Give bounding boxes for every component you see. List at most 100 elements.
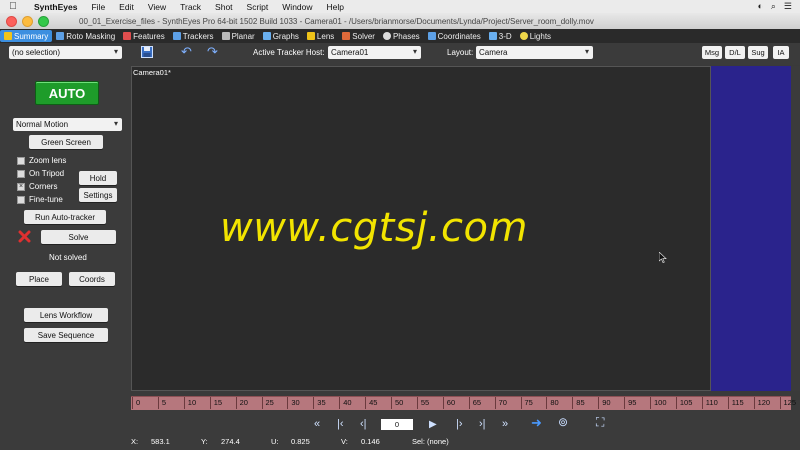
forward-arrow-icon[interactable]: ➜ — [531, 415, 542, 431]
tab-graphs[interactable]: Graphs — [259, 30, 303, 42]
timeline-bar[interactable]: 0 5 10 15 20 25 30 35 40 45 50 55 60 65 70 75 80 85 90 95 10… — [131, 396, 796, 410]
settings-button[interactable]: Settings — [79, 188, 117, 202]
tab-solver[interactable]: Solver — [338, 30, 379, 42]
corners-checkbox[interactable]: × Corners — [17, 182, 57, 191]
zoom-lens-checkbox[interactable]: Zoom lens — [17, 156, 66, 165]
tab-lights[interactable]: Lights — [516, 30, 555, 42]
menu-edit[interactable]: Edit — [119, 2, 134, 12]
menu-window[interactable]: Window — [282, 2, 312, 12]
timeline-tick-mark — [494, 397, 496, 409]
solve-status: Not solved — [49, 253, 87, 262]
solver-icon — [342, 32, 351, 40]
timeline-tick-mark — [391, 397, 392, 409]
close-window-icon[interactable] — [6, 15, 17, 27]
viewport-camera-label: Camera01* — [133, 68, 171, 77]
solve-button[interactable]: Solve — [41, 230, 116, 244]
next-key-icon[interactable]: ›| — [479, 418, 486, 430]
roto-icon — [56, 32, 65, 40]
tracker-host-dropdown[interactable]: Camera01 ▾ — [328, 46, 421, 59]
tab-roto-masking[interactable]: Roto Masking — [52, 30, 119, 42]
timeline-tick-text: 100 — [654, 398, 667, 407]
timeline-tick-text: 20 — [239, 398, 248, 407]
msg-button[interactable]: Msg — [702, 46, 722, 59]
cube-icon — [488, 32, 497, 40]
tab-planar[interactable]: Planar — [218, 30, 259, 42]
dl-button[interactable]: D/L — [725, 46, 745, 59]
fine-tune-checkbox[interactable]: Fine-tune — [17, 195, 63, 204]
menu-file[interactable]: File — [91, 2, 105, 12]
motion-dropdown[interactable]: Normal Motion ▾ — [13, 118, 122, 131]
tab-trackers[interactable]: Trackers — [169, 30, 218, 42]
tab-features[interactable]: Features — [119, 30, 169, 42]
app-menu[interactable]: SynthEyes — [34, 2, 77, 12]
previous-key-icon[interactable]: |‹ — [337, 418, 344, 430]
timeline-tick-mark — [416, 397, 418, 409]
window-title-bar: 00_01_Exercise_files - SynthEyes Pro 64-… — [0, 13, 800, 30]
zoom-window-icon[interactable] — [38, 15, 49, 27]
place-button[interactable]: Place — [16, 272, 62, 286]
lens-workflow-button[interactable]: Lens Workflow — [24, 308, 108, 322]
go-to-start-icon[interactable]: « — [314, 418, 320, 430]
hold-button[interactable]: Hold — [79, 171, 117, 185]
track-zoom-icon[interactable]: ⊚ — [558, 415, 568, 429]
tab-coordinates[interactable]: Coordinates — [424, 30, 485, 42]
list-icon[interactable]: ☰ — [784, 1, 792, 12]
step-forward-icon[interactable]: |› — [456, 418, 463, 430]
run-auto-tracker-button[interactable]: Run Auto-tracker — [24, 210, 106, 224]
menu-help[interactable]: Help — [327, 2, 344, 12]
tab-summary[interactable]: Summary — [0, 30, 53, 42]
tab-lens[interactable]: Lens — [303, 30, 338, 42]
checkbox-box-checked: × — [17, 182, 25, 191]
green-screen-button[interactable]: Green Screen — [29, 135, 103, 149]
timeline-tick-mark — [235, 397, 237, 409]
step-back-icon[interactable]: ‹| — [360, 418, 367, 430]
tab-phases[interactable]: Phases — [379, 30, 424, 42]
tab-3d[interactable]: 3-D — [485, 30, 516, 42]
u-label: U: — [271, 437, 279, 446]
notification-icon[interactable]: ◐ — [757, 1, 762, 12]
timeline-tick-text: 35 — [317, 398, 326, 407]
timeline-tick-mark — [365, 397, 367, 409]
planar-icon — [221, 32, 230, 40]
selection-status: Sel: (none) — [412, 437, 449, 446]
timeline-tick-text: 85 — [576, 398, 585, 407]
menu-track[interactable]: Track — [180, 2, 201, 12]
auto-button[interactable]: AUTO — [35, 81, 99, 105]
sug-button[interactable]: Sug — [748, 46, 768, 59]
go-to-end-icon[interactable]: » — [502, 418, 508, 430]
v-label: V: — [341, 437, 348, 446]
right-edge-bar — [791, 66, 800, 391]
ia-button[interactable]: IA — [773, 46, 789, 59]
on-tripod-checkbox[interactable]: On Tripod — [17, 169, 64, 178]
apple-icon[interactable]:  — [6, 1, 20, 12]
save-icon[interactable] — [141, 46, 153, 58]
menu-shot[interactable]: Shot — [215, 2, 233, 12]
y-label: Y: — [201, 437, 208, 446]
timeline-tick-mark — [624, 397, 626, 409]
timeline-tick-text: 80 — [550, 398, 559, 407]
search-icon[interactable]: ⌕ — [771, 1, 776, 12]
timeline-tick-mark — [675, 397, 677, 409]
play-icon[interactable]: ▶ — [429, 419, 437, 430]
graphs-icon — [262, 32, 271, 40]
redo-icon[interactable]: ↷ — [207, 44, 218, 60]
undo-icon[interactable]: ↶ — [181, 44, 192, 60]
menu-view[interactable]: View — [148, 2, 166, 12]
menu-script[interactable]: Script — [247, 2, 269, 12]
timeline-tick-mark — [572, 397, 574, 409]
y-value: 274.4 — [221, 437, 240, 446]
coords-button[interactable]: Coords — [69, 272, 115, 286]
side-blue-panel[interactable] — [711, 66, 791, 391]
minimize-window-icon[interactable] — [22, 15, 33, 27]
timeline-tick-mark — [753, 397, 755, 409]
frame-number-field[interactable]: 0 — [381, 419, 413, 430]
timeline-tick-mark — [132, 397, 133, 409]
v-value: 0.146 — [361, 437, 380, 446]
timeline-tick-mark — [779, 397, 781, 409]
timeline-tick-text: 75 — [524, 398, 533, 407]
save-sequence-button[interactable]: Save Sequence — [24, 328, 108, 342]
fit-frame-icon[interactable]: ⛶ — [596, 415, 604, 430]
layout-dropdown[interactable]: Camera ▾ — [476, 46, 593, 59]
selection-dropdown[interactable]: (no selection) ▾ — [9, 46, 122, 59]
chevron-down-icon: ▾ — [113, 119, 118, 128]
